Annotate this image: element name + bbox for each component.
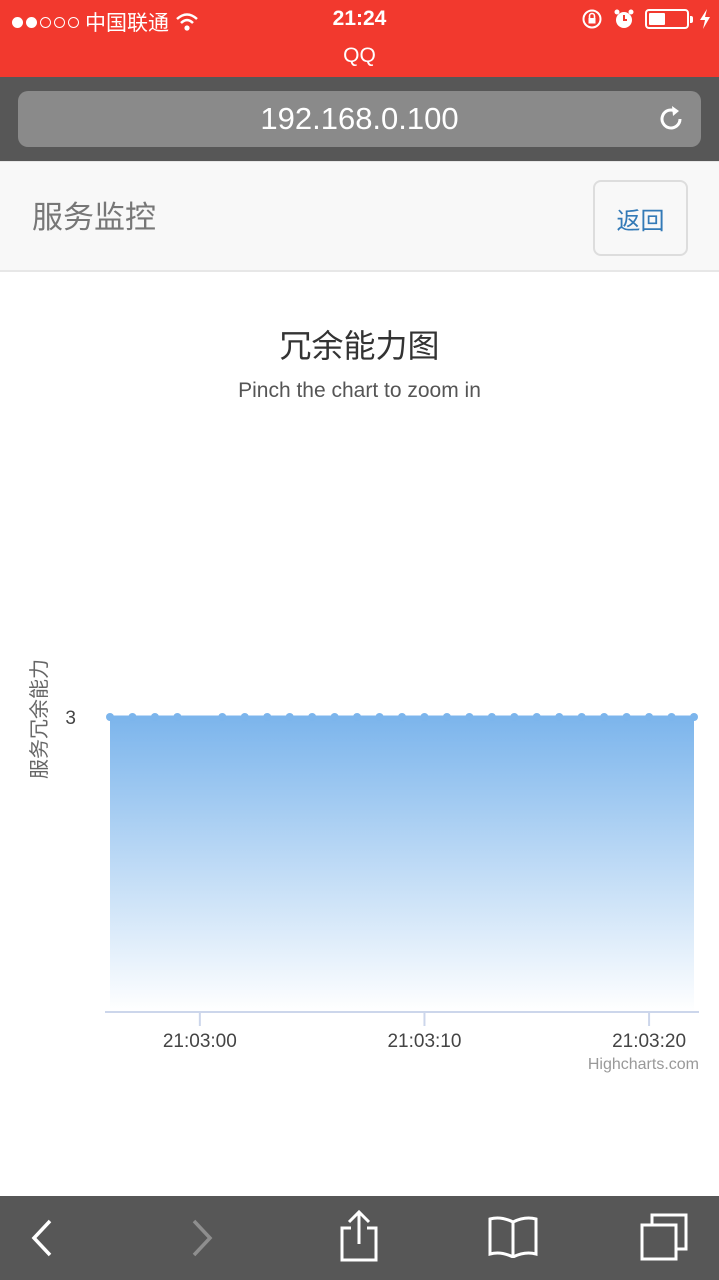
data-point[interactable] xyxy=(150,713,159,721)
x-tick-label: 21:03:20 xyxy=(612,1031,686,1052)
data-point[interactable] xyxy=(308,713,317,721)
back-arrow-icon[interactable] xyxy=(28,1218,56,1258)
data-point[interactable] xyxy=(465,713,474,721)
data-point[interactable] xyxy=(600,713,609,721)
status-bar: 中国联通 21:24 QQ xyxy=(0,0,719,77)
rotation-lock-icon xyxy=(582,9,602,29)
chart-subtitle: Pinch the chart to zoom in xyxy=(238,379,481,402)
back-button[interactable]: 返回 xyxy=(593,180,688,256)
series-area xyxy=(110,717,694,1012)
data-point[interactable] xyxy=(645,713,654,721)
data-point[interactable] xyxy=(240,713,249,721)
data-point[interactable] xyxy=(510,713,519,721)
chart-credits[interactable]: Highcharts.com xyxy=(588,1056,699,1073)
data-point[interactable] xyxy=(622,713,631,721)
data-point[interactable] xyxy=(330,713,339,721)
data-point[interactable] xyxy=(398,713,406,721)
data-point[interactable] xyxy=(690,713,698,721)
data-point[interactable] xyxy=(555,713,564,721)
status-icons xyxy=(581,8,711,30)
data-point[interactable] xyxy=(263,713,272,721)
data-point[interactable] xyxy=(375,713,384,721)
reload-icon[interactable] xyxy=(655,103,687,135)
data-point[interactable] xyxy=(218,713,227,721)
browser-toolbar xyxy=(0,1196,719,1280)
url-field[interactable]: 192.168.0.100 xyxy=(18,91,701,147)
data-point[interactable] xyxy=(420,713,429,721)
data-point[interactable] xyxy=(285,713,294,721)
data-point[interactable] xyxy=(487,713,496,721)
chart-title: 冗余能力图 xyxy=(279,328,439,364)
browser-address-bar: 192.168.0.100 xyxy=(0,77,719,161)
y-tick-label: 3 xyxy=(65,708,76,729)
page-navbar: 服务监控 返回 xyxy=(0,161,719,272)
battery-icon xyxy=(645,9,693,29)
app-name: QQ xyxy=(343,44,376,67)
y-axis-title: 服务冗余能力 xyxy=(28,659,51,779)
data-point[interactable] xyxy=(577,713,586,721)
navbar-brand[interactable]: 服务监控 xyxy=(32,192,156,237)
data-point[interactable] xyxy=(442,713,451,721)
forward-arrow-icon[interactable] xyxy=(188,1218,216,1258)
data-point[interactable] xyxy=(128,713,137,721)
url-text: 192.168.0.100 xyxy=(260,101,459,136)
data-point[interactable] xyxy=(353,713,362,721)
x-tick-label: 21:03:00 xyxy=(163,1031,237,1052)
charging-icon xyxy=(700,9,710,29)
data-point[interactable] xyxy=(667,713,676,721)
x-tick-label: 21:03:10 xyxy=(387,1031,461,1052)
share-icon[interactable] xyxy=(338,1210,380,1262)
area-chart[interactable]: 冗余能力图 Pinch the chart to zoom in 服务冗余能力 … xyxy=(0,272,719,1196)
data-point[interactable] xyxy=(173,713,182,721)
data-point[interactable] xyxy=(532,713,541,721)
tabs-icon[interactable] xyxy=(638,1212,690,1262)
data-point[interactable] xyxy=(106,713,114,721)
chart-container[interactable]: 冗余能力图 Pinch the chart to zoom in 服务冗余能力 … xyxy=(0,272,719,1196)
alarm-icon xyxy=(614,9,634,28)
bookmarks-icon[interactable] xyxy=(487,1214,539,1258)
